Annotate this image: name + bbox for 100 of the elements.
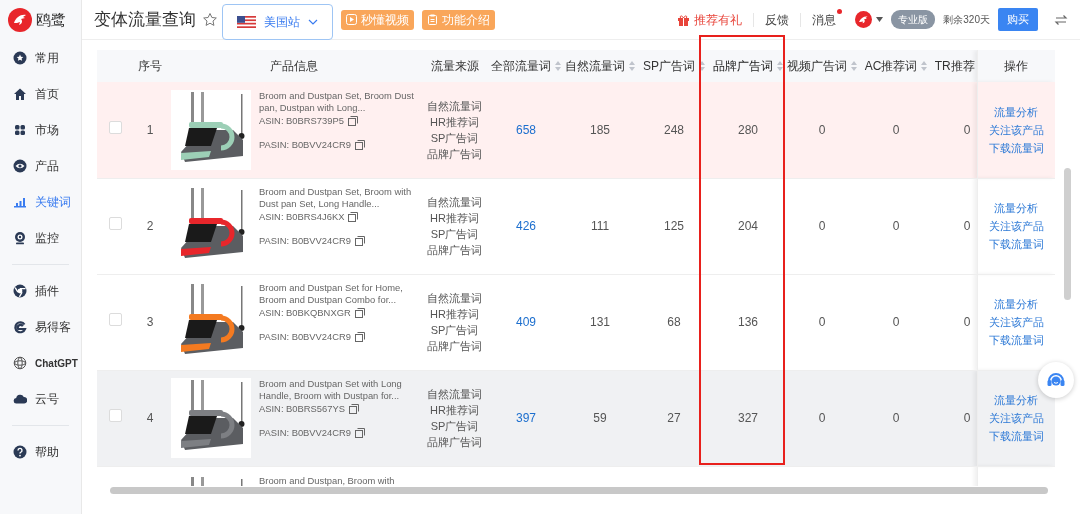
table-cell: 0 [963, 315, 971, 329]
asin-text: ASIN: B0BRS567YS [259, 403, 345, 415]
column-header: TR推荐 [934, 58, 975, 75]
traffic-source: 自然流量词 [426, 195, 483, 210]
sort-icon [555, 61, 561, 71]
action-link[interactable]: 流量分析 [977, 391, 1055, 409]
header-link[interactable]: 反馈 [753, 12, 801, 27]
action-link[interactable]: 流量分析 [977, 199, 1055, 217]
product-title[interactable]: Broom and Dustpan Set with Long Handle, Broom with Dustpan for... [259, 378, 420, 402]
product-title[interactable]: Broom and Dustpan Set for Home, Broom and Dustpan Combo for... [259, 282, 420, 306]
copy-icon[interactable] [355, 332, 366, 342]
action-link[interactable]: 流量分析 [977, 102, 1055, 121]
row-number: 3 [146, 315, 154, 329]
copy-icon[interactable] [348, 212, 359, 222]
traffic-source: SP广告词 [429, 323, 480, 338]
copy-icon[interactable] [355, 236, 366, 246]
sort-icon [921, 61, 928, 71]
keyword-count-link[interactable]: 409 [516, 315, 536, 329]
keyword-count-link[interactable]: 426 [516, 219, 536, 233]
gift-icon [677, 13, 691, 26]
action-link[interactable]: 关注该产品 [977, 217, 1055, 235]
chevron-down-icon [308, 18, 318, 25]
column-header: 操作 [1004, 58, 1029, 75]
column-header: 序号 [138, 58, 162, 75]
sidebar-item[interactable]: 产品 [0, 148, 81, 184]
row-number: 1 [146, 122, 154, 137]
table-cell: 280 [738, 122, 758, 137]
table-cell: 0 [892, 315, 900, 329]
sidebar-item[interactable]: ChatGPT [0, 345, 81, 381]
copy-icon[interactable] [354, 308, 365, 318]
asin-text: ASIN: B0BRS4J6KX [259, 211, 345, 223]
copy-icon[interactable] [347, 115, 358, 126]
support-button[interactable] [1038, 362, 1074, 398]
asin-text: PASIN: B0BVV24CR9 [259, 427, 352, 439]
sort-icon [777, 61, 783, 71]
row-checkbox[interactable] [108, 217, 122, 230]
table-cell: 0 [892, 219, 900, 233]
sort-icon [851, 61, 857, 71]
row-checkbox[interactable] [108, 120, 122, 134]
sidebar-item[interactable]: 关键词 [0, 184, 81, 220]
product-title[interactable]: Broom and Dustpan, Broom with [259, 474, 420, 486]
traffic-source: SP广告词 [429, 227, 480, 242]
traffic-source: HR推荐词 [429, 307, 480, 322]
traffic-source: HR推荐词 [429, 114, 480, 130]
product-title[interactable]: Broom and Dustpan Set, Broom Dust pan, Dustpan with Long... [259, 89, 420, 114]
table-cell: 136 [738, 315, 758, 329]
buy-button[interactable]: 购买 [998, 8, 1038, 31]
copy-icon[interactable] [355, 139, 366, 150]
row-checkbox[interactable] [108, 409, 122, 422]
action-link[interactable]: 下载流量词 [977, 235, 1055, 253]
sidebar-item[interactable]: 市场 [0, 112, 81, 148]
table-cell: 204 [738, 219, 758, 233]
table-cell: 0 [818, 122, 826, 137]
header-link[interactable]: 推荐有礼 [666, 12, 754, 27]
column-header: 流量来源 [430, 58, 479, 75]
sidebar-item[interactable]: 插件 [0, 273, 81, 309]
clipboard-icon [427, 14, 438, 25]
copy-icon[interactable] [349, 404, 359, 414]
table-cell: 0 [963, 411, 971, 425]
copy-icon[interactable] [355, 428, 366, 438]
action-link[interactable]: 关注该产品 [977, 313, 1055, 331]
keyword-count-link[interactable]: 658 [516, 122, 536, 137]
action-link[interactable]: 关注该产品 [977, 409, 1055, 427]
bird-logo-icon [8, 8, 32, 32]
sidebar-item[interactable]: 帮助 [0, 434, 81, 470]
sidebar-item[interactable]: 监控 [0, 220, 81, 256]
action-link[interactable]: 关注该产品 [977, 120, 1055, 139]
table-cell: 185 [590, 122, 610, 137]
vertical-scrollbar[interactable] [1064, 168, 1071, 300]
table-cell: 327 [738, 411, 758, 425]
row-number: 2 [146, 219, 154, 233]
keyword-count-link[interactable]: 397 [516, 411, 536, 425]
sidebar-item[interactable]: 云号 [0, 381, 81, 417]
swap-icon[interactable] [1054, 13, 1068, 26]
traffic-source: HR推荐词 [429, 211, 480, 226]
table-cell: 0 [892, 122, 900, 137]
action-link[interactable]: 下载流量词 [977, 138, 1055, 157]
traffic-source: HR推荐词 [429, 403, 480, 418]
sidebar-item[interactable]: 首页 [0, 76, 81, 112]
traffic-source: 品牌广告词 [426, 146, 483, 162]
action-link[interactable]: 下载流量词 [977, 427, 1055, 445]
table-cell: 68 [667, 315, 681, 329]
asin-text: PASIN: B0BVV24CR9 [259, 331, 352, 343]
horizontal-scrollbar[interactable] [110, 487, 1048, 494]
site-dropdown[interactable]: 美国站 [222, 3, 333, 40]
sidebar-item[interactable]: 常用 [0, 40, 81, 76]
traffic-source: SP广告词 [429, 419, 480, 434]
action-link[interactable]: 下载流量词 [977, 331, 1055, 349]
row-checkbox[interactable] [108, 313, 122, 326]
sidebar-item[interactable]: 易得客 [0, 309, 81, 345]
account-menu[interactable] [855, 11, 884, 28]
traffic-source: 品牌广告词 [426, 339, 483, 354]
traffic-source: 品牌广告词 [426, 243, 483, 258]
product-title[interactable]: Broom and Dustpan Set, Broom with Dust pan Set, Long Handle... [259, 186, 420, 210]
flag-icon [237, 15, 256, 28]
table-cell: 0 [963, 219, 971, 233]
column-header: 产品信息 [269, 58, 318, 75]
action-link[interactable]: 流量分析 [977, 295, 1055, 313]
star-outline-icon[interactable] [202, 11, 218, 28]
header-link[interactable]: 消息 [800, 12, 848, 27]
